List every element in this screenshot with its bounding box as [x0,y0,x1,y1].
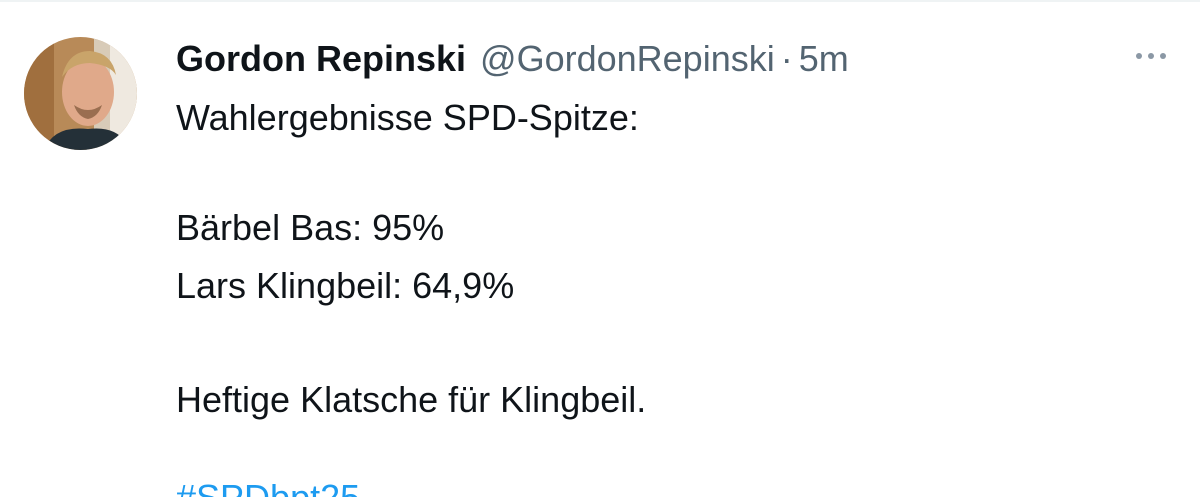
avatar-photo [24,37,137,150]
tweet-text-line: Heftige Klatsche für Klingbeil. [176,379,647,420]
tweet-card[interactable]: Gordon Repinski @GordonRepinski · 5m Wah… [0,0,1200,497]
more-dot [1136,53,1142,59]
author-handle[interactable]: @GordonRepinski [480,38,775,80]
tweet-text-line: Lars Klingbeil: 64,9% [176,265,515,306]
divider [0,0,1200,2]
tweet-text-line: Bärbel Bas: 95% [176,207,445,248]
more-horizontal-icon[interactable] [1128,44,1174,68]
author-name[interactable]: Gordon Repinski [176,38,466,80]
tweet-text-line: Wahlergebnisse SPD-Spitze: [176,97,639,138]
tweet-header: Gordon Repinski @GordonRepinski · 5m [176,34,849,84]
more-dot [1148,53,1154,59]
avatar[interactable] [24,37,137,150]
separator-dot: · [780,38,793,79]
timestamp[interactable]: 5m [799,38,849,80]
more-dot [1160,53,1166,59]
hashtag-link[interactable]: #SPDbpt25 [176,478,360,497]
